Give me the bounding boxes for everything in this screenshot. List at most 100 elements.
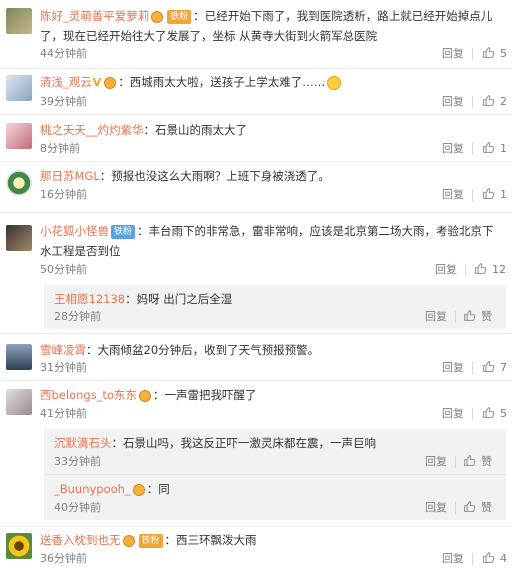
like-count: 2: [500, 95, 507, 108]
comment-item: 送香入枕到也无 铁粉 ：西三环飘泼大雨 36分钟前 回复 4: [0, 527, 512, 573]
reply-button[interactable]: 回复: [425, 500, 447, 516]
comment-body: 小花狐小怪兽 铁粉 ：丰台雨下的非常急，雷非常响，应该是北京第二场大雨，考验北京下水…: [40, 221, 502, 261]
like-button[interactable]: 赞: [463, 454, 492, 470]
comment-username[interactable]: 雪峰凌霄: [40, 343, 86, 357]
divider: [455, 456, 456, 468]
like-button[interactable]: 1: [482, 187, 507, 203]
like-button[interactable]: 5: [482, 406, 507, 422]
comment-text: ：大雨倾盆20分钟后，收到了天气预报预警。: [86, 343, 320, 357]
thumbs-up-icon: [482, 360, 495, 373]
comment-username[interactable]: 桃之夭夭__灼灼紫华: [40, 123, 144, 137]
comment-text: ：石景山的雨太大了: [143, 123, 248, 137]
sub-reply-username[interactable]: 王相愿12138: [54, 292, 125, 306]
medal-icon: [138, 389, 151, 402]
avatar[interactable]: [6, 225, 32, 251]
medal-icon: [104, 76, 117, 89]
v-mark-icon: V: [92, 75, 102, 89]
comment-time: 39分钟前: [40, 95, 87, 108]
like-count: 1: [500, 142, 507, 155]
thumbs-up-icon: [474, 262, 487, 275]
like-count: 7: [500, 361, 507, 374]
like-button[interactable]: 5: [482, 46, 507, 62]
avatar[interactable]: [6, 8, 32, 34]
thumbs-up-icon: [463, 454, 476, 467]
sub-reply-body: _Buunypooh_ ：同: [54, 479, 496, 499]
sub-reply-time: 33分钟前: [54, 455, 101, 468]
comment-time: 31分钟前: [40, 361, 87, 374]
sub-reply-body: 王相愿12138：妈呀 出门之后全湿: [54, 289, 496, 309]
reply-button[interactable]: 回复: [442, 141, 464, 157]
comment-item: 陈好_灵萌善平爱萝莉 铁粉 ：已经开始下雨了，我到医院透析，路上就已经开始掉点儿了，…: [0, 0, 512, 68]
smiley-emoji-icon: [327, 75, 342, 90]
comment-username[interactable]: 送香入枕到也无: [40, 533, 121, 547]
comment-body: 那日苏MGL：预报也没这么大雨啊？上班下身被浇透了。: [40, 166, 502, 186]
like-button[interactable]: 2: [482, 94, 507, 110]
comment-text: ：西三环飘泼大雨: [164, 533, 257, 547]
comment-username[interactable]: 清浅_观云: [40, 75, 92, 89]
avatar[interactable]: [6, 75, 32, 101]
like-button[interactable]: 7: [482, 360, 507, 376]
comment-time: 41分钟前: [40, 407, 87, 420]
avatar[interactable]: [6, 533, 32, 559]
reply-button[interactable]: 回复: [442, 46, 464, 62]
thumbs-up-icon: [482, 406, 495, 419]
thumbs-up-icon: [463, 500, 476, 513]
divider: [472, 362, 473, 374]
comment-username[interactable]: 小花狐小怪兽: [40, 224, 109, 238]
avatar[interactable]: [6, 170, 32, 196]
sub-reply-username[interactable]: 沉默滴石头: [54, 436, 112, 450]
avatar[interactable]: [6, 123, 32, 149]
divider: [472, 48, 473, 60]
comment-body: 清浅_观云V ：西城雨太大啦，送孩子上学太难了……: [40, 72, 502, 93]
divider: [455, 311, 456, 323]
sub-reply-text: ：妈呀 出门之后全湿: [125, 292, 233, 306]
like-button[interactable]: 赞: [463, 309, 492, 325]
reply-button[interactable]: 回复: [425, 309, 447, 325]
comment-item: 雪峰凌霄：大雨倾盆20分钟后，收到了天气预报预警。 31分钟前 回复 7: [0, 334, 512, 378]
reply-button[interactable]: 回复: [442, 360, 464, 376]
reply-button[interactable]: 回复: [442, 406, 464, 422]
fan-badge: 铁粉: [138, 533, 163, 548]
reply-button[interactable]: 回复: [442, 551, 464, 567]
reply-button[interactable]: 回复: [442, 94, 464, 110]
sub-reply-text: ：同: [146, 482, 170, 496]
like-count: 5: [500, 407, 507, 420]
like-button[interactable]: 1: [482, 141, 507, 157]
comment-item: 西belongs_to东东 ：一声雷把我吓醒了 41分钟前 回复 5 沉默滴石头 ：…: [0, 381, 512, 524]
comment-body: 陈好_灵萌善平爱萝莉 铁粉 ：已经开始下雨了，我到医院透析，路上就已经开始掉点儿了，…: [40, 6, 502, 46]
comment-time: 44分钟前: [40, 47, 87, 60]
comment-text: ：一声雷把我吓醒了: [152, 388, 257, 402]
sub-reply-time: 28分钟前: [54, 310, 101, 323]
divider: [465, 264, 466, 276]
comment-username[interactable]: 西belongs_to东东: [40, 388, 137, 402]
sub-reply-username[interactable]: _Buunypooh_: [54, 482, 131, 496]
like-button[interactable]: 12: [474, 262, 506, 278]
medal-icon: [132, 483, 145, 496]
comment-text: ：预报也没这么大雨啊？上班下身被浇透了。: [99, 169, 330, 183]
thumbs-up-icon: [482, 94, 495, 107]
medal-icon: [151, 10, 164, 23]
comment-time: 16分钟前: [40, 188, 87, 201]
comment-body: 雪峰凌霄：大雨倾盆20分钟后，收到了天气预报预警。: [40, 340, 502, 360]
like-count: 4: [500, 552, 507, 565]
sub-reply-time: 40分钟前: [54, 501, 101, 514]
fan-badge: 铁粉: [111, 224, 136, 239]
comment-item: 清浅_观云V ：西城雨太大啦，送孩子上学太难了…… 39分钟前 回复 2: [0, 69, 512, 113]
reply-button[interactable]: 回复: [435, 262, 457, 278]
comment-username[interactable]: 陈好_灵萌善平爱萝莉: [40, 9, 149, 23]
comment-time: 50分钟前: [40, 263, 87, 276]
like-button[interactable]: 赞: [463, 500, 492, 516]
divider: [472, 96, 473, 108]
comment-body: 桃之夭夭__灼灼紫华：石景山的雨太大了: [40, 120, 502, 140]
comment-item: 小花狐小怪兽 铁粉 ：丰台雨下的非常急，雷非常响，应该是北京第二场大雨，考验北京下水…: [0, 213, 512, 333]
like-label: 赞: [481, 310, 492, 323]
reply-button[interactable]: 回复: [442, 187, 464, 203]
avatar[interactable]: [6, 389, 32, 415]
divider: [472, 143, 473, 155]
like-button[interactable]: 4: [482, 551, 507, 567]
like-count: 1: [500, 188, 507, 201]
like-count: 12: [492, 263, 506, 276]
reply-button[interactable]: 回复: [425, 454, 447, 470]
comment-username[interactable]: 那日苏MGL: [40, 169, 100, 183]
avatar[interactable]: [6, 344, 32, 370]
